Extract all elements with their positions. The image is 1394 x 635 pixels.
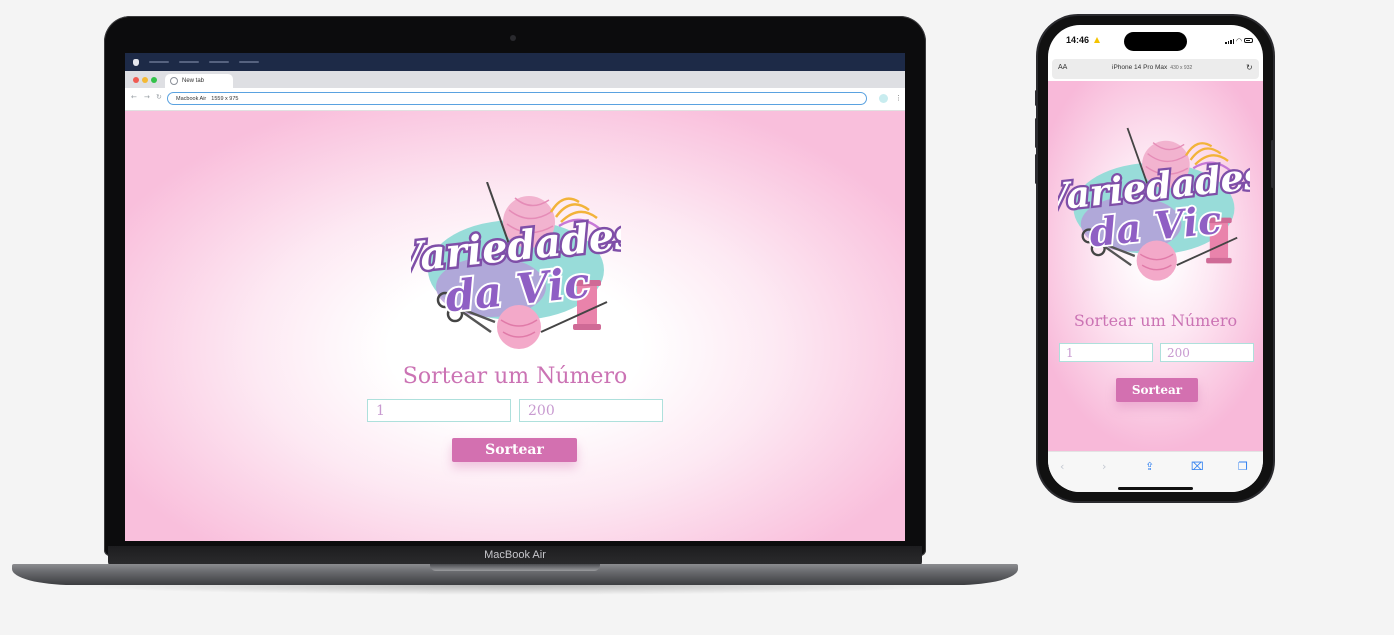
browser-tabbar: New tab bbox=[125, 71, 905, 88]
maximize-window-button[interactable] bbox=[151, 77, 157, 83]
camera-icon bbox=[510, 35, 516, 41]
page-title: Sortear um Número bbox=[1073, 311, 1238, 330]
apple-icon[interactable] bbox=[133, 58, 139, 66]
mac-menubar bbox=[125, 53, 905, 71]
tabs-icon[interactable]: ❐ bbox=[1238, 460, 1248, 473]
volume-down-button bbox=[1035, 154, 1038, 184]
logo: Variedades da Vic bbox=[388, 181, 641, 357]
logo-graphic: Variedades da Vic bbox=[388, 181, 641, 349]
page-title: Sortear um Número bbox=[402, 364, 628, 389]
phone-screen: 14:46 ◠ AA iPhone 14 Pro Max430 x 932 ↻ bbox=[1048, 25, 1263, 492]
address-dims: 1559 x 975 bbox=[211, 95, 239, 102]
browser-toolbar: ← → ↻ Macbook Air 1559 x 975 ⋮ bbox=[125, 88, 905, 111]
logo: Variedades da Vic bbox=[1048, 123, 1263, 293]
warning-icon bbox=[1094, 37, 1100, 43]
menu-item[interactable] bbox=[149, 61, 169, 63]
tab-title: New tab bbox=[182, 78, 205, 84]
address-device: Macbook Air bbox=[176, 95, 207, 102]
browser-tab[interactable]: New tab bbox=[165, 74, 233, 88]
minimize-window-button[interactable] bbox=[142, 77, 148, 83]
battery-icon bbox=[1244, 38, 1253, 43]
signal-icon bbox=[1225, 39, 1234, 44]
url-dims: 430 x 932 bbox=[1170, 65, 1193, 71]
draw-button[interactable]: Sortear bbox=[1116, 378, 1198, 402]
phone-page: Variedades da Vic Sortear um Número Sort… bbox=[1048, 81, 1263, 451]
menu-item[interactable] bbox=[239, 61, 259, 63]
back-icon[interactable]: ‹ bbox=[1060, 460, 1064, 473]
safari-toolbar: ‹ › ⇪ ⌧ ❐ bbox=[1048, 451, 1263, 492]
url-text: iPhone 14 Pro Max 430 x 932 bbox=[1112, 64, 1192, 71]
laptop-hinge: MacBook Air bbox=[108, 546, 922, 566]
forward-icon[interactable]: › bbox=[1102, 460, 1106, 473]
min-number-input[interactable] bbox=[367, 399, 511, 422]
dynamic-island bbox=[1124, 32, 1187, 51]
extension-icon[interactable] bbox=[879, 94, 888, 103]
laptop-shadow bbox=[60, 585, 970, 595]
back-icon[interactable]: ← bbox=[131, 94, 137, 101]
menu-item[interactable] bbox=[179, 61, 199, 63]
mute-switch bbox=[1035, 90, 1038, 106]
home-indicator bbox=[1118, 487, 1193, 490]
phone-address-bar[interactable]: AA iPhone 14 Pro Max 430 x 932 ↻ bbox=[1052, 59, 1259, 79]
url-device: iPhone 14 Pro Max bbox=[1112, 64, 1168, 71]
forward-icon[interactable]: → bbox=[144, 94, 150, 101]
reload-icon[interactable]: ↻ bbox=[1246, 63, 1253, 72]
wifi-icon: ◠ bbox=[1236, 37, 1243, 45]
laptop-screen: New tab ← → ↻ Macbook Air 1559 x 975 ⋮ V… bbox=[125, 53, 905, 541]
power-button bbox=[1271, 140, 1274, 188]
reload-icon[interactable]: ↻ bbox=[156, 94, 162, 101]
laptop-opening-notch bbox=[430, 564, 600, 571]
more-menu-icon[interactable]: ⋮ bbox=[895, 94, 902, 102]
min-number-input[interactable] bbox=[1059, 343, 1153, 362]
address-bar[interactable]: Macbook Air 1559 x 975 bbox=[167, 92, 867, 105]
bookmarks-icon[interactable]: ⌧ bbox=[1191, 460, 1204, 473]
status-time: 14:46 bbox=[1066, 35, 1090, 45]
max-number-input[interactable] bbox=[519, 399, 663, 422]
logo-graphic: Variedades da Vic bbox=[1048, 127, 1263, 281]
laptop-page: Variedades da Vic Sortear um Número Sort… bbox=[125, 111, 905, 541]
volume-up-button bbox=[1035, 118, 1038, 148]
menu-item[interactable] bbox=[209, 61, 229, 63]
max-number-input[interactable] bbox=[1160, 343, 1254, 362]
draw-button[interactable]: Sortear bbox=[452, 438, 577, 462]
close-window-button[interactable] bbox=[133, 77, 139, 83]
text-size-button[interactable]: AA bbox=[1058, 64, 1067, 71]
status-bar: 14:46 ◠ bbox=[1048, 25, 1263, 59]
share-icon[interactable]: ⇪ bbox=[1145, 460, 1154, 473]
globe-icon bbox=[170, 77, 178, 85]
device-label: MacBook Air bbox=[484, 549, 546, 561]
